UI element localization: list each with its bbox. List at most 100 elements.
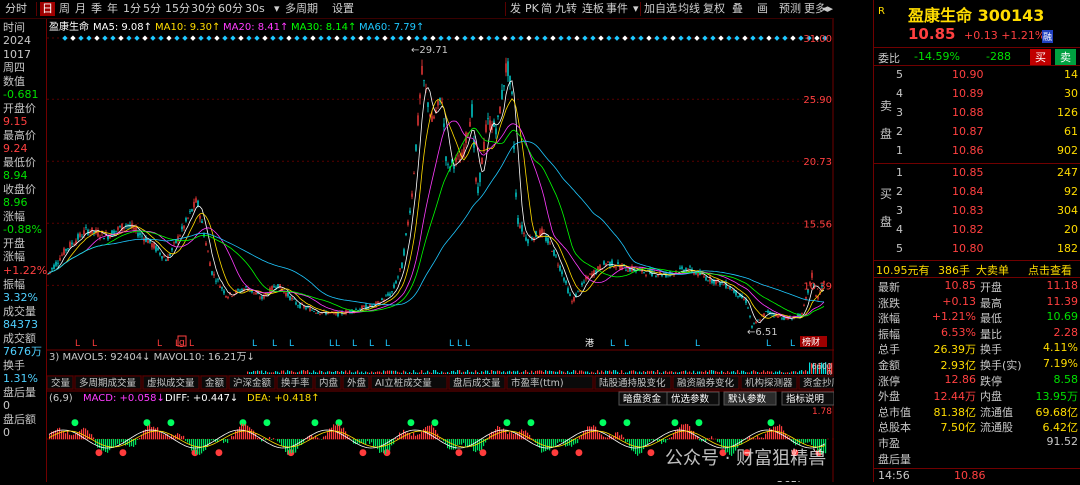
indicator-tab-label[interactable]: 虚拟成交量 [147, 377, 195, 389]
indicator-tab-label[interactable]: 市盈率(ttm) [511, 377, 564, 389]
stat-value: 26.39万 [914, 341, 976, 357]
tool-button-8[interactable]: 均线 [678, 2, 700, 16]
indicator-tab-label[interactable]: 金额 [205, 377, 225, 389]
event-marker[interactable]: L [449, 339, 454, 349]
period-tab-5[interactable]: 年 [105, 2, 120, 16]
event-tag-g[interactable]: g [179, 338, 185, 348]
buy-price[interactable]: 10.80 [952, 242, 984, 255]
event-marker[interactable]: L [610, 339, 615, 349]
sell-price[interactable]: 10.89 [952, 87, 984, 100]
event-tag-hk[interactable]: 港 [585, 337, 594, 349]
sell-price[interactable]: 10.87 [952, 125, 984, 138]
indicator-tab-label[interactable]: 融资融券变化 [677, 377, 735, 389]
macd-option-label[interactable]: 优选参数 [671, 393, 710, 405]
macd-bar [163, 435, 164, 440]
candle-body [517, 218, 518, 224]
sell-price[interactable]: 10.88 [952, 106, 984, 119]
sell-price[interactable]: 10.86 [952, 144, 984, 157]
tool-button-6[interactable]: ▾ [633, 2, 639, 16]
event-marker[interactable]: L [157, 339, 162, 349]
event-marker[interactable]: L [329, 339, 334, 349]
tool-button-2[interactable]: 简 [541, 2, 552, 16]
period-tab-1[interactable]: 日 [40, 2, 55, 16]
sell-price[interactable]: 10.90 [952, 68, 984, 81]
indicator-tab-label[interactable]: 沪深金额 [233, 377, 272, 389]
volume-bar [319, 371, 320, 374]
period-tab-9[interactable]: 30分 [189, 2, 218, 16]
macd-option-label[interactable]: 指标说明 [786, 393, 824, 405]
period-tab-8[interactable]: 15分 [163, 2, 192, 16]
buy-price[interactable]: 10.83 [952, 204, 984, 217]
indicator-tab-label[interactable]: AI立桩成交量 [375, 377, 432, 389]
buy-price[interactable]: 10.85 [952, 166, 984, 179]
period-tab-11[interactable]: 30s [243, 2, 267, 16]
event-marker[interactable]: L [252, 339, 257, 349]
period-tab-0[interactable]: 分时 [3, 2, 29, 16]
event-marker[interactable]: L [75, 339, 80, 349]
indicator-tab-label[interactable]: 多周期成交量 [79, 377, 137, 389]
event-marker[interactable]: L [695, 339, 700, 349]
event-marker[interactable]: L [272, 339, 277, 349]
event-marker[interactable]: L [790, 339, 795, 349]
indicator-tab-label[interactable]: 机构探测器 [745, 377, 793, 389]
indicator-tab-label[interactable]: 内盘 [319, 377, 339, 389]
buy-button[interactable]: 买 [1030, 49, 1051, 65]
period-tab-12[interactable]: ▾ [272, 2, 282, 16]
toolbar-scroll-icon[interactable]: ◂▸ [822, 2, 833, 16]
stat-label: 盘后量 [878, 451, 911, 467]
candle-body [427, 102, 428, 107]
macd-option-label[interactable]: 暗盘资金 [623, 393, 662, 405]
indicator-tab-label[interactable]: 陆股通持股变化 [599, 377, 666, 389]
finance-tag[interactable]: 榜财 [802, 336, 820, 348]
tool-button-12[interactable]: 预测 [779, 2, 801, 16]
event-marker[interactable]: L [369, 339, 374, 349]
period-tab-2[interactable]: 周 [57, 2, 72, 16]
candle-body [309, 308, 310, 312]
event-marker[interactable]: L [352, 339, 357, 349]
event-marker[interactable]: L [465, 339, 470, 349]
sell-button[interactable]: 卖 [1055, 49, 1076, 65]
macd-bar [765, 434, 766, 440]
period-tab-3[interactable]: 月 [73, 2, 88, 16]
period-tab-6[interactable]: 1分 [121, 2, 143, 16]
event-marker[interactable]: L [289, 339, 294, 349]
event-marker[interactable]: L [189, 339, 194, 349]
tool-button-7[interactable]: 加自选 [644, 2, 677, 16]
period-tab-13[interactable]: 多周期 [283, 2, 320, 16]
period-tab-14[interactable]: 设置 [330, 2, 356, 16]
macd-bar [153, 427, 154, 440]
kline-chart-svg[interactable]: 盈康生命MA5: 9.08↑MA10: 9.30↑MA20: 8.41↑MA30… [47, 19, 834, 482]
buy-price[interactable]: 10.82 [952, 223, 984, 236]
volume-bar [449, 373, 450, 374]
tool-button-3[interactable]: 九转 [555, 2, 577, 16]
big-order-view-link[interactable]: 点击查看 [1028, 262, 1072, 278]
indicator-tab-label[interactable]: 换手率 [281, 377, 310, 389]
macd-legend: (6,9)MACD: +0.058↓DIFF: +0.447↓DEA: +0.4… [49, 393, 320, 404]
side-char: 盘 [880, 208, 892, 236]
tool-button-0[interactable]: 发 [510, 2, 521, 16]
event-marker[interactable]: L [766, 339, 771, 349]
event-marker[interactable]: L [385, 339, 390, 349]
tool-button-5[interactable]: 事件 [606, 2, 628, 16]
tool-button-4[interactable]: 连板 [582, 2, 604, 16]
event-marker[interactable]: L [335, 339, 340, 349]
macd-option-label[interactable]: 默认参数 [728, 393, 767, 405]
buy-price[interactable]: 10.84 [952, 185, 984, 198]
period-tab-4[interactable]: 季 [89, 2, 104, 16]
event-marker[interactable]: L [457, 339, 462, 349]
tool-button-11[interactable]: 画 [757, 2, 768, 16]
period-tab-7[interactable]: 5分 [141, 2, 163, 16]
kline-chart-area[interactable]: 盈康生命MA5: 9.08↑MA10: 9.30↑MA20: 8.41↑MA30… [47, 19, 834, 482]
event-marker[interactable]: L [624, 339, 629, 349]
indicator-tab-label[interactable]: 盘后成交量 [453, 377, 501, 389]
indicator-tab-label[interactable]: 资金抄底 [803, 377, 834, 389]
tool-button-10[interactable]: 叠 [732, 2, 743, 16]
indicator-tab-label[interactable]: 外盘 [347, 377, 367, 389]
period-tab-10[interactable]: 60分 [216, 2, 245, 16]
tool-button-1[interactable]: PK [525, 2, 539, 16]
tool-button-9[interactable]: 复权 [703, 2, 725, 16]
event-marker[interactable]: L [92, 339, 97, 349]
indicator-tab-label[interactable]: 交量 [51, 377, 71, 389]
volume-bar [743, 371, 744, 374]
volume-bar [275, 371, 276, 374]
